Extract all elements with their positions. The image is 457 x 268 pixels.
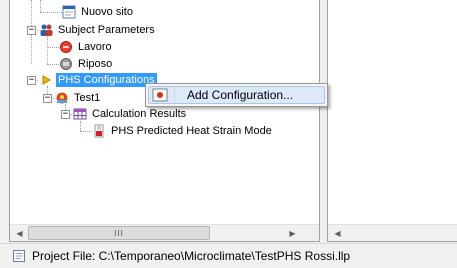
results-grid-icon	[73, 107, 87, 121]
context-menu: Add Configuration...	[145, 83, 328, 107]
status-bar: Project File: C:\Temporaneo\Microclimate…	[0, 243, 457, 268]
chart-document-icon	[92, 124, 106, 138]
tree-node-label: Calculation Results	[92, 108, 187, 120]
yellow-arrow-icon	[39, 73, 53, 87]
collapse-toggle[interactable]: −	[27, 76, 36, 85]
tree-node-phs-configurations[interactable]: PHS Configurations	[39, 72, 157, 88]
detail-pane: ◀	[327, 0, 457, 242]
add-config-icon	[152, 88, 168, 102]
tree-node-label: Subject Parameters	[58, 24, 155, 36]
tree-node-test1[interactable]: Test1	[55, 90, 102, 106]
collapse-toggle[interactable]: −	[43, 94, 52, 103]
tree-node-label: Nuovo sito	[81, 6, 133, 18]
menu-item-add-configuration[interactable]: Add Configuration...	[148, 86, 325, 104]
tree-line	[40, 0, 41, 12]
project-file-path: Project File: C:\Temporaneo\Microclimate…	[32, 249, 351, 263]
tree-node-label: Lavoro	[78, 41, 112, 53]
tree-node-label: PHS Predicted Heat Strain Mode	[111, 125, 272, 137]
tree-line	[47, 47, 59, 48]
tree-node-subject-parameters[interactable]: Subject Parameters	[39, 22, 157, 38]
tree-line	[47, 37, 48, 64]
red-circle-icon	[59, 40, 73, 54]
document-icon	[12, 249, 26, 263]
tree-horizontal-scrollbar[interactable]: ◀ III ▶	[10, 224, 319, 241]
tree-line	[47, 64, 59, 65]
tree-node-label: PHS Configurations	[56, 73, 157, 87]
project-tree[interactable]: Nuovo sito − Subject Parameters Lavoro R…	[9, 0, 320, 242]
detail-horizontal-scrollbar[interactable]: ◀	[328, 224, 457, 241]
collapse-toggle[interactable]: −	[61, 110, 70, 119]
site-document-icon	[62, 5, 76, 19]
tree-line	[40, 12, 62, 13]
people-icon	[39, 23, 53, 37]
tree-node-lavoro[interactable]: Lavoro	[59, 39, 114, 55]
tree-line	[80, 121, 81, 131]
tree-node-nuovo-sito[interactable]: Nuovo sito	[62, 4, 135, 20]
menu-separator	[174, 86, 175, 104]
tree-node-label: Riposo	[78, 58, 113, 70]
gray-circle-icon	[59, 57, 73, 71]
menu-item-label: Add Configuration...	[187, 88, 294, 102]
collapse-toggle[interactable]: −	[27, 26, 36, 35]
tree-node-calculation-results[interactable]: Calculation Results	[73, 106, 188, 122]
tree-line	[80, 131, 92, 132]
scroll-left-button[interactable]: ◀	[11, 225, 28, 241]
tree-node-riposo[interactable]: Riposo	[59, 56, 114, 72]
scrollbar-thumb[interactable]: III	[28, 226, 210, 240]
tree-node-label: Test1	[74, 92, 101, 104]
test-config-icon	[55, 91, 69, 105]
scroll-right-button[interactable]: ▶	[284, 225, 301, 241]
scroll-left-button[interactable]: ◀	[329, 225, 346, 241]
tree-node-phs-model[interactable]: PHS Predicted Heat Strain Mode	[92, 123, 274, 139]
